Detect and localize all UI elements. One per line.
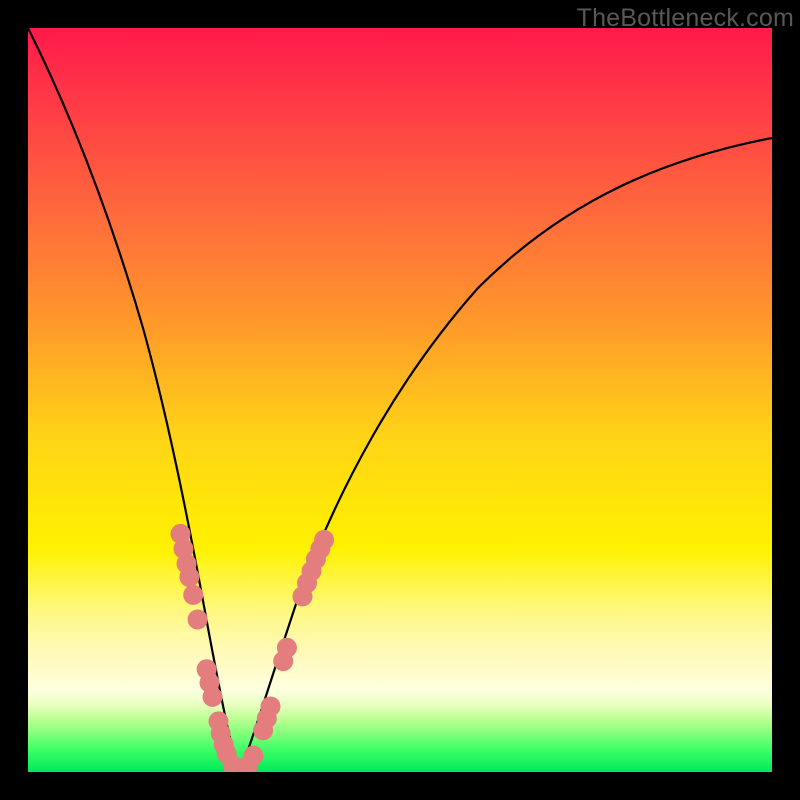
data-point — [314, 530, 334, 550]
data-point — [203, 687, 223, 707]
data-point — [277, 638, 297, 658]
plot-area — [28, 28, 772, 772]
data-point — [243, 746, 263, 766]
right-curve — [240, 138, 772, 772]
data-point — [179, 567, 199, 587]
data-point — [183, 585, 203, 605]
chart-svg — [28, 28, 772, 772]
watermark-text: TheBottleneck.com — [577, 4, 794, 33]
data-point — [261, 697, 281, 717]
curve-layer — [28, 28, 772, 772]
data-point — [188, 610, 208, 630]
